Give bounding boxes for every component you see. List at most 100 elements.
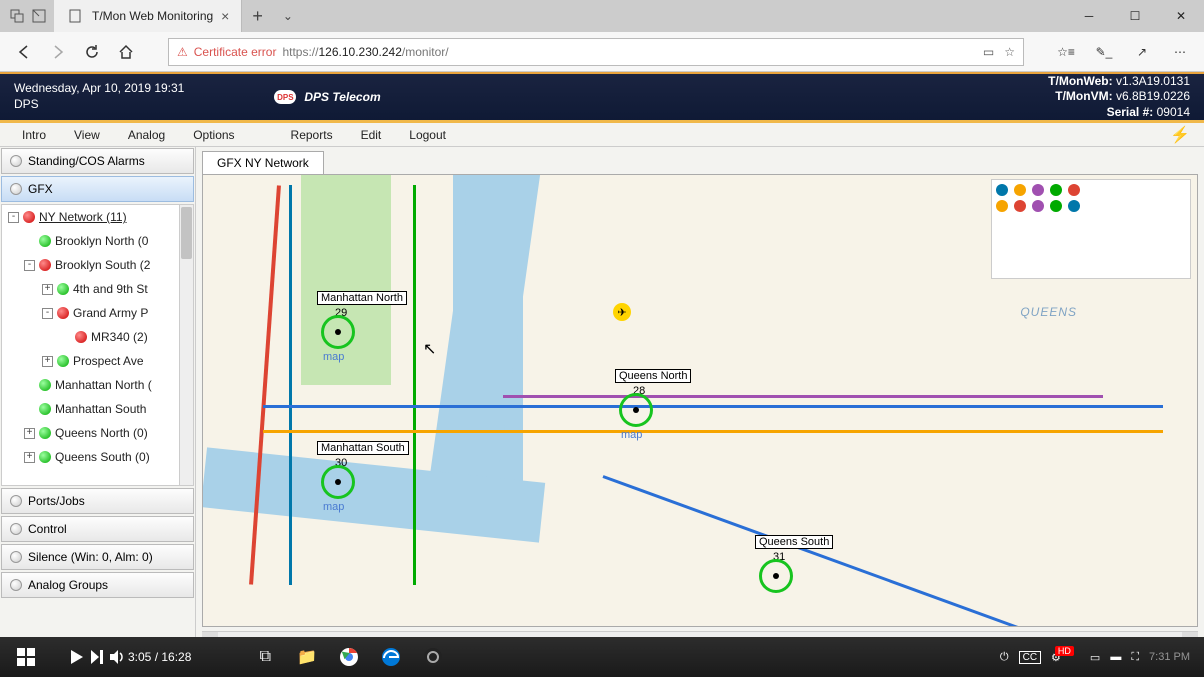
- tree-label: Brooklyn North (0: [55, 234, 148, 248]
- helicopter-icon: ✈: [613, 303, 631, 321]
- address-bar[interactable]: ⚠ Certificate error https://126.10.230.2…: [168, 38, 1024, 66]
- tree-row[interactable]: + Prospect Ave: [2, 349, 193, 373]
- node-name-label: Manhattan South: [317, 441, 409, 455]
- sidebar-standing-alarms[interactable]: Standing/COS Alarms: [1, 148, 194, 174]
- video-play-button[interactable]: [68, 648, 86, 666]
- mic-icon[interactable]: 🎤: [219, 650, 234, 664]
- expander-icon[interactable]: -: [42, 308, 53, 319]
- browser-titlebar: T/Mon Web Monitoring × + ⌄ ─ ☐ ✕: [0, 0, 1204, 32]
- expander-icon[interactable]: +: [24, 452, 35, 463]
- miniplayer-icon[interactable]: ▭: [1090, 651, 1100, 664]
- content-tab[interactable]: GFX NY Network: [202, 151, 324, 174]
- captions-button[interactable]: CC: [1019, 651, 1041, 664]
- tab-actions-icon[interactable]: [8, 7, 26, 25]
- tree-label: Queens South (0): [55, 450, 150, 464]
- theater-icon[interactable]: ▬: [1110, 651, 1121, 663]
- tree-row[interactable]: Manhattan South: [2, 397, 193, 421]
- chrome-icon[interactable]: [329, 641, 369, 673]
- new-tab-button[interactable]: +: [242, 6, 273, 27]
- sidebar-control[interactable]: Control: [1, 516, 194, 542]
- settings-gear-icon[interactable]: ⚙HD: [1051, 651, 1080, 664]
- tree-scrollbar[interactable]: [179, 205, 193, 485]
- fullscreen-icon[interactable]: ⛶: [1131, 651, 1139, 664]
- tree-label: Prospect Ave: [73, 354, 144, 368]
- tree-row[interactable]: -Grand Army P: [2, 301, 193, 325]
- page-icon: [66, 7, 84, 25]
- minimize-button[interactable]: ─: [1066, 0, 1112, 32]
- menu-intro[interactable]: Intro: [10, 126, 58, 144]
- maximize-button[interactable]: ☐: [1112, 0, 1158, 32]
- tree-label: Brooklyn South (2: [55, 258, 150, 272]
- tree-row[interactable]: + Queens North (0): [2, 421, 193, 445]
- favorite-icon[interactable]: ☆: [1004, 45, 1015, 59]
- home-button[interactable]: [114, 40, 138, 64]
- menu-view[interactable]: View: [62, 126, 112, 144]
- expander-icon[interactable]: +: [42, 356, 53, 367]
- tab-close-icon[interactable]: ×: [221, 8, 229, 24]
- dot-icon: [10, 579, 22, 591]
- more-icon[interactable]: ⋯: [1168, 40, 1192, 64]
- refresh-button[interactable]: [80, 40, 104, 64]
- tree-row[interactable]: MR340 (2): [2, 325, 193, 349]
- tree-row[interactable]: Brooklyn North (0: [2, 229, 193, 253]
- expander-icon[interactable]: -: [8, 212, 19, 223]
- set-aside-icon[interactable]: [30, 7, 48, 25]
- sidebar-silence[interactable]: Silence (Win: 0, Alm: 0): [1, 544, 194, 570]
- red-status-icon: [39, 259, 51, 271]
- file-explorer-icon[interactable]: 📁: [287, 641, 327, 673]
- browser-tab[interactable]: T/Mon Web Monitoring ×: [54, 0, 242, 32]
- tree-row[interactable]: +4th and 9th St: [2, 277, 193, 301]
- node-dot-icon: [335, 479, 341, 485]
- tree-row[interactable]: Manhattan North (: [2, 373, 193, 397]
- status-indicator-icon: ⚡: [1170, 125, 1190, 145]
- menu-edit[interactable]: Edit: [349, 126, 394, 144]
- tree-label: NY Network (11): [39, 210, 127, 224]
- sidebar-gfx[interactable]: GFX: [1, 176, 194, 202]
- edge-icon[interactable]: [371, 641, 411, 673]
- menu-options[interactable]: Options: [181, 126, 246, 144]
- brand-label: DPS Telecom: [304, 90, 380, 104]
- map-viewport[interactable]: QUEENS Manhattan North29mapManhattan Sou…: [202, 174, 1198, 627]
- close-window-button[interactable]: ✕: [1158, 0, 1204, 32]
- video-next-button[interactable]: [88, 648, 106, 666]
- certificate-warning-icon: ⚠: [177, 45, 188, 59]
- dot-icon: [10, 183, 22, 195]
- tree-row[interactable]: + Queens South (0): [2, 445, 193, 469]
- video-volume-button[interactable]: [108, 648, 126, 666]
- dot-icon: [10, 155, 22, 167]
- expander-icon[interactable]: +: [42, 284, 53, 295]
- sidebar-ports-jobs[interactable]: Ports/Jobs: [1, 488, 194, 514]
- reading-view-icon[interactable]: ▭: [983, 45, 994, 59]
- node-name-label: Queens South: [755, 535, 833, 549]
- chevron-down-icon[interactable]: ⌄: [279, 7, 297, 25]
- dot-icon: [10, 523, 22, 535]
- app-header: Wednesday, Apr 10, 2019 19:31 DPS DPS DP…: [0, 72, 1204, 120]
- tree-row[interactable]: - NY Network (11): [2, 205, 193, 229]
- green-status-icon: [39, 451, 51, 463]
- certificate-error-label: Certificate error: [194, 45, 277, 59]
- sidebar-analog-groups[interactable]: Analog Groups: [1, 572, 194, 598]
- back-button[interactable]: [12, 40, 36, 64]
- notes-icon[interactable]: ✎_: [1092, 40, 1116, 64]
- tree-label: Queens North (0): [55, 426, 148, 440]
- mouse-cursor-icon: ↖: [423, 339, 436, 359]
- tab-title: T/Mon Web Monitoring: [92, 9, 213, 23]
- obs-icon[interactable]: [413, 641, 453, 673]
- menu-bar: Intro View Analog Options Reports Edit L…: [0, 123, 1204, 147]
- task-view-icon[interactable]: ⧉: [245, 641, 285, 673]
- menu-reports[interactable]: Reports: [279, 126, 345, 144]
- share-icon[interactable]: ↗: [1130, 40, 1154, 64]
- menu-analog[interactable]: Analog: [116, 126, 177, 144]
- autoplay-toggle[interactable]: ⏻: [1000, 651, 1009, 664]
- menu-logout[interactable]: Logout: [397, 126, 458, 144]
- tree-label: MR340 (2): [91, 330, 148, 344]
- tree-row[interactable]: - Brooklyn South (2: [2, 253, 193, 277]
- node-dot-icon: [773, 573, 779, 579]
- tree-label: 4th and 9th St: [73, 282, 148, 296]
- expander-icon[interactable]: +: [24, 428, 35, 439]
- start-button[interactable]: [6, 641, 46, 673]
- video-time-label: 3:05 / 16:28: [128, 650, 191, 664]
- expander-icon[interactable]: -: [24, 260, 35, 271]
- green-status-icon: [39, 403, 51, 415]
- favorites-hub-icon[interactable]: ☆≡: [1054, 40, 1078, 64]
